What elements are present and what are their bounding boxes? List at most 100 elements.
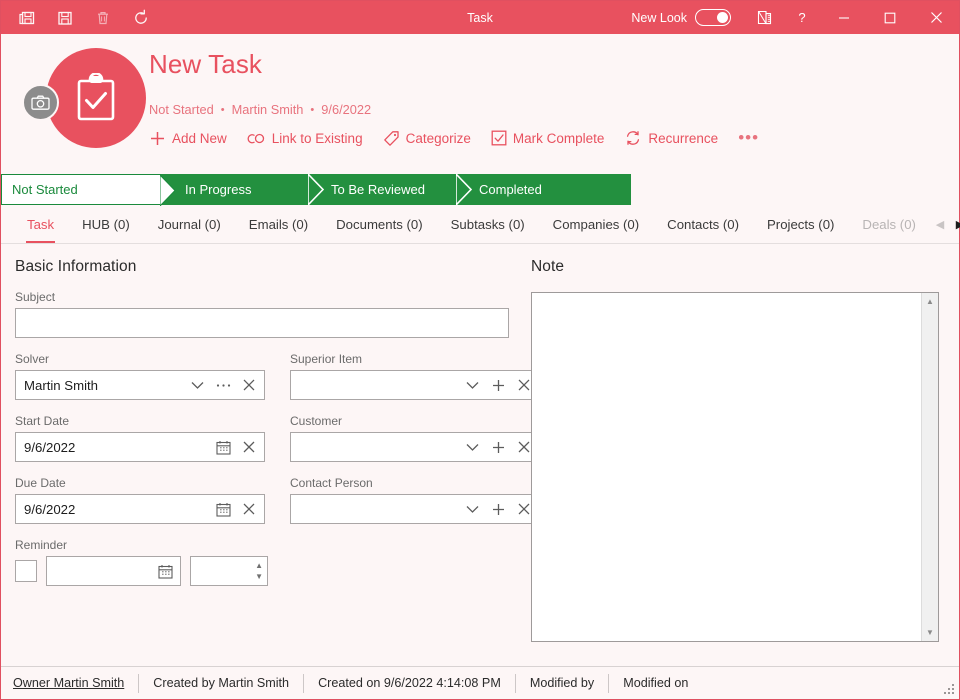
save-button[interactable] [48, 4, 82, 32]
basic-information-pane: Basic Information Subject Solver Martin … [1, 244, 540, 666]
chevron-down-icon[interactable] [459, 495, 485, 523]
meta-date: 9/6/2022 [321, 102, 372, 117]
contact-person-label: Contact Person [290, 476, 373, 490]
delete-button[interactable] [86, 4, 120, 32]
header-meta: Not Started • Martin Smith • 9/6/2022 [149, 102, 959, 117]
customer-input[interactable] [290, 432, 540, 462]
maximize-button[interactable] [867, 1, 913, 34]
tab-label: Journal (0) [157, 216, 221, 232]
superior-item-input[interactable] [290, 370, 540, 400]
subject-input[interactable] [15, 308, 509, 338]
tab-subtasks[interactable]: Subtasks (0) [437, 205, 539, 243]
calendar-icon[interactable] [152, 557, 178, 585]
change-photo-button[interactable] [22, 84, 59, 121]
avatar [22, 48, 146, 158]
tab-label: Documents (0) [336, 216, 423, 232]
scroll-down-icon[interactable]: ▼ [922, 624, 938, 641]
chevron-down-icon[interactable] [459, 433, 485, 461]
more-actions-button[interactable]: ••• [738, 128, 759, 148]
new-look-toggle[interactable] [695, 9, 731, 26]
close-icon [930, 12, 942, 23]
categorize-action[interactable]: Categorize [383, 130, 471, 147]
resize-grip[interactable] [944, 684, 956, 696]
plus-icon[interactable] [485, 371, 511, 399]
close-button[interactable] [913, 1, 959, 34]
meta-separator-2: • [310, 103, 315, 116]
tab-emails[interactable]: Emails (0) [235, 205, 322, 243]
clear-icon[interactable] [236, 371, 262, 399]
meta-status: Not Started [149, 102, 214, 117]
plus-icon[interactable] [485, 495, 511, 523]
reminder-checkbox[interactable] [15, 560, 37, 582]
chevron-down-icon[interactable] [184, 371, 210, 399]
main-content: Basic Information Subject Solver Martin … [1, 244, 959, 666]
ruler-pencil-icon [757, 10, 771, 25]
contact-person-input[interactable] [290, 494, 540, 524]
calendar-icon[interactable] [210, 495, 236, 523]
stage-label: In Progress [185, 182, 252, 197]
clear-icon[interactable] [236, 433, 262, 461]
stage-completed[interactable]: Completed [457, 174, 631, 205]
note-textarea[interactable]: ▲ ▼ [531, 292, 939, 642]
ellipsis-icon[interactable] [210, 371, 236, 399]
tab-label: Emails (0) [248, 216, 309, 232]
stage-in-progress[interactable]: In Progress [161, 174, 324, 205]
reminder-date-input[interactable] [46, 556, 181, 586]
tab-projects[interactable]: Projects (0) [753, 205, 848, 243]
tab-bar: Task HUB (0) Journal (0) Emails (0) Docu… [1, 205, 960, 244]
plus-icon[interactable] [485, 433, 511, 461]
section-title-note: Note [531, 258, 565, 275]
solver-value: Martin Smith [24, 377, 99, 393]
help-button[interactable]: ? [783, 1, 821, 34]
calendar-icon[interactable] [210, 433, 236, 461]
scroll-up-icon[interactable]: ▲ [922, 293, 938, 310]
refresh-button[interactable] [124, 4, 158, 32]
start-date-input[interactable]: 9/6/2022 [15, 432, 265, 462]
stage-chevron-icon [308, 174, 324, 205]
due-date-value: 9/6/2022 [24, 501, 76, 517]
spinner-down-icon[interactable]: ▼ [255, 572, 263, 580]
minimize-button[interactable] [821, 1, 867, 34]
save-copy-icon [19, 11, 35, 24]
tab-label: HUB (0) [82, 216, 130, 232]
note-value[interactable] [532, 293, 921, 641]
refresh-icon [135, 9, 147, 24]
stage-not-started[interactable]: Not Started [1, 174, 176, 206]
link-icon [247, 131, 266, 146]
minimize-icon [839, 16, 849, 19]
spinner-control[interactable]: ▲ ▼ [255, 557, 263, 585]
tab-deals[interactable]: Deals (0) [848, 205, 930, 243]
chevron-down-icon[interactable] [459, 371, 485, 399]
link-to-existing-action[interactable]: Link to Existing [247, 131, 363, 146]
plus-icon [149, 130, 166, 147]
tab-scroll-left-icon[interactable]: ◀ [930, 205, 950, 243]
tab-label: Projects (0) [767, 216, 835, 232]
tab-journal[interactable]: Journal (0) [144, 205, 235, 243]
meta-owner: Martin Smith [231, 102, 304, 117]
tab-scroll-right-icon[interactable]: ▶ [950, 205, 960, 243]
meta-separator-1: • [220, 103, 225, 116]
add-new-action[interactable]: Add New [149, 130, 227, 147]
tab-task[interactable]: Task [13, 205, 68, 243]
note-scrollbar[interactable]: ▲ ▼ [921, 293, 938, 641]
help-label: ? [798, 10, 806, 25]
tab-documents[interactable]: Documents (0) [322, 205, 436, 243]
recurrence-action[interactable]: Recurrence [624, 129, 718, 147]
reminder-time-input[interactable]: ▲ ▼ [190, 556, 268, 586]
status-owner[interactable]: Owner Martin Smith [13, 676, 138, 690]
stage-to-be-reviewed[interactable]: To Be Reviewed [309, 174, 472, 205]
due-date-input[interactable]: 9/6/2022 [15, 494, 265, 524]
solver-input[interactable]: Martin Smith [15, 370, 265, 400]
mark-complete-action[interactable]: Mark Complete [491, 130, 604, 146]
spinner-up-icon[interactable]: ▲ [255, 561, 263, 569]
tab-contacts[interactable]: Contacts (0) [653, 205, 753, 243]
stage-label: Not Started [12, 182, 78, 197]
solver-label: Solver [15, 352, 50, 366]
clear-icon[interactable] [236, 495, 262, 523]
header-body: New Task Not Started • Martin Smith • 9/… [149, 46, 959, 148]
start-date-label: Start Date [15, 414, 70, 428]
design-mode-button[interactable] [745, 1, 783, 34]
save-and-new-button[interactable] [10, 4, 44, 32]
tab-companies[interactable]: Companies (0) [539, 205, 654, 243]
tab-hub[interactable]: HUB (0) [68, 205, 144, 243]
